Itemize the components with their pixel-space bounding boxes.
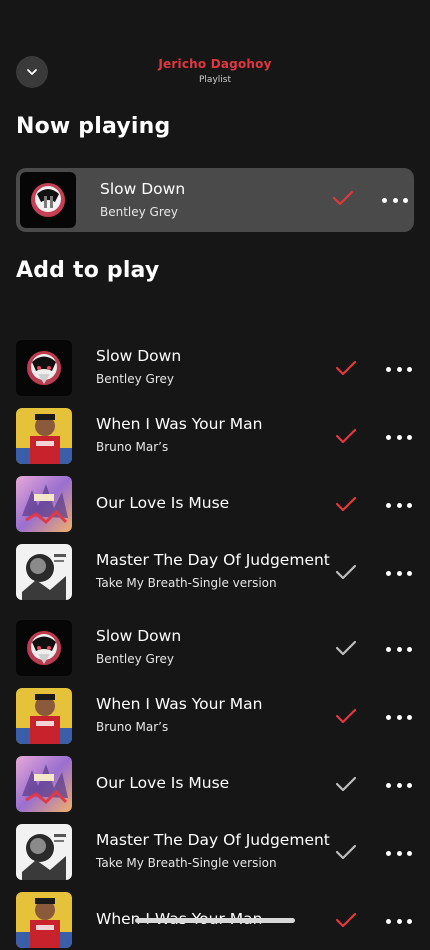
track-artist: Take My Breath-Single version [96, 576, 277, 590]
more-options-icon[interactable] [382, 188, 408, 212]
check-icon[interactable] [335, 428, 357, 444]
album-art [16, 824, 72, 880]
more-options-icon[interactable] [386, 773, 412, 797]
more-options-icon[interactable] [386, 561, 412, 585]
track-title: When I Was Your Man [96, 695, 263, 713]
more-options-icon[interactable] [386, 705, 412, 729]
album-art [20, 172, 76, 228]
now-playing-card[interactable]: Slow Down Bentley Grey [16, 168, 414, 232]
track-row[interactable]: Master The Day Of Judgement Take My Breat… [0, 544, 430, 602]
playlist-owner: Jericho Dagohoy [158, 57, 272, 71]
album-art [16, 544, 72, 600]
more-options-icon[interactable] [386, 425, 412, 449]
track-artist: Bentley Grey [96, 372, 175, 386]
track-row[interactable]: Our Love Is Muse [0, 476, 430, 534]
album-art [16, 756, 72, 812]
check-icon[interactable] [335, 496, 357, 512]
check-icon[interactable] [335, 564, 357, 580]
now-playing-artist: Bentley Grey [100, 205, 179, 219]
check-icon[interactable] [335, 708, 357, 724]
track-row[interactable]: Master The Day Of Judgement Take My Breat… [0, 824, 430, 882]
track-row[interactable]: When I Was Your Man Bruno Mar’s [0, 408, 430, 466]
add-to-play-heading: Add to play [16, 258, 160, 283]
check-icon[interactable] [335, 360, 357, 376]
album-art [16, 688, 72, 744]
track-title: Our Love Is Muse [96, 774, 230, 792]
track-artist: Take My Breath-Single version [96, 856, 277, 870]
album-art [16, 408, 72, 464]
track-row[interactable]: Slow Down Bentley Grey [0, 340, 430, 398]
more-options-icon[interactable] [386, 909, 412, 933]
track-row[interactable]: Our Love Is Muse [0, 756, 430, 814]
album-art [16, 620, 72, 676]
track-title: Slow Down [96, 627, 182, 645]
track-artist: Bruno Mar’s [96, 440, 169, 454]
check-icon[interactable] [335, 640, 357, 656]
check-icon[interactable] [335, 912, 357, 928]
check-icon[interactable] [332, 190, 354, 206]
track-row[interactable]: When I Was Your Man Bruno Mar’s [0, 688, 430, 746]
more-options-icon[interactable] [386, 357, 412, 381]
track-title: Master The Day Of Judgement [96, 831, 330, 849]
more-options-icon[interactable] [386, 841, 412, 865]
check-icon[interactable] [335, 776, 357, 792]
album-art [16, 892, 72, 948]
home-indicator[interactable] [135, 918, 295, 923]
track-title: Slow Down [96, 347, 182, 365]
album-art [16, 340, 72, 396]
now-playing-title: Slow Down [100, 180, 186, 198]
track-row[interactable]: Slow Down Bentley Grey [0, 620, 430, 678]
now-playing-heading: Now playing [16, 114, 171, 139]
check-icon[interactable] [335, 844, 357, 860]
header: Jericho Dagohoy Playlist [0, 0, 430, 100]
track-title: Master The Day Of Judgement [96, 551, 330, 569]
track-artist: Bentley Grey [96, 652, 175, 666]
more-options-icon[interactable] [386, 493, 412, 517]
more-options-icon[interactable] [386, 637, 412, 661]
playlist-label: Playlist [199, 75, 231, 85]
track-title: When I Was Your Man [96, 415, 263, 433]
track-artist: Bruno Mar’s [96, 720, 169, 734]
album-art [16, 476, 72, 532]
track-title: Our Love Is Muse [96, 494, 230, 512]
